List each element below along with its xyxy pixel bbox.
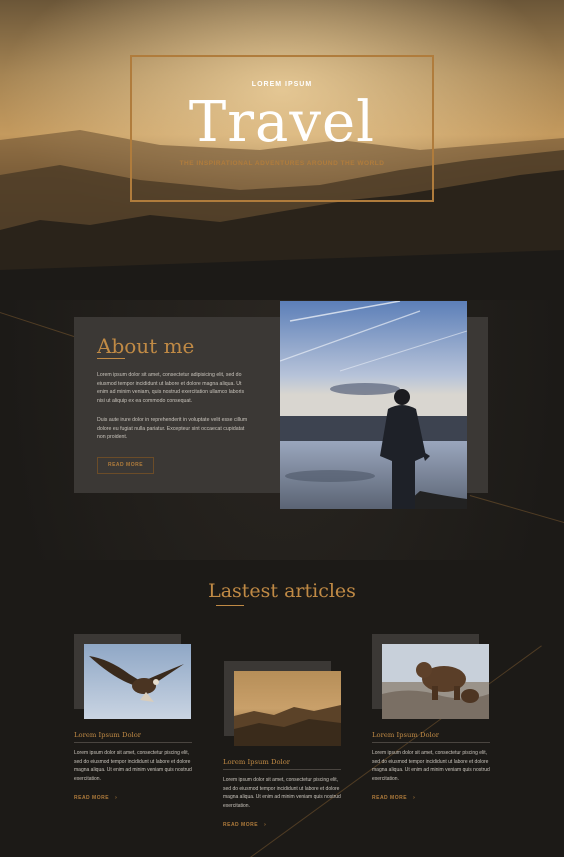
about-title: About me	[97, 334, 195, 358]
hero-title: Travel	[188, 90, 376, 155]
chevron-right-icon: ›	[115, 795, 118, 801]
about-title-underline	[97, 358, 125, 359]
about-read-more-button[interactable]: READ MORE	[97, 457, 154, 474]
man-by-lake-image	[280, 301, 467, 509]
bear-image	[382, 644, 489, 719]
card-text: Lorem ipsum dolor sit amet, consectetur …	[223, 777, 341, 809]
decorative-line	[469, 495, 564, 527]
page: LOREM IPSUM Travel THE INSPIRATIONAL ADV…	[0, 0, 564, 857]
hero-kicker: LOREM IPSUM	[251, 81, 313, 88]
card-divider	[223, 769, 341, 770]
card-read-more-link[interactable]: READ MORE ›	[223, 822, 266, 828]
card-read-more-link[interactable]: READ MORE ›	[372, 795, 415, 801]
card-read-more-link[interactable]: READ MORE ›	[74, 795, 117, 801]
hero-subtitle: THE INSPIRATIONAL ADVENTURES AROUND THE …	[179, 160, 385, 167]
chevron-right-icon: ›	[413, 795, 416, 801]
articles-title-underline	[216, 605, 244, 606]
about-paragraph: Duis aute irure dolor in reprehenderit i…	[97, 417, 248, 441]
card-image[interactable]	[84, 644, 191, 719]
card-image[interactable]	[234, 671, 341, 746]
hero-banner: LOREM IPSUM Travel THE INSPIRATIONAL ADV…	[0, 0, 564, 300]
about-photo	[280, 301, 467, 509]
about-paragraph: Lorem ipsum dolor sit amet, consectetur …	[97, 372, 245, 404]
card-title[interactable]: Lorem Ipsum Dolor	[372, 731, 439, 739]
read-more-label: READ MORE	[223, 822, 259, 828]
card-image[interactable]	[382, 644, 489, 719]
chevron-right-icon: ›	[264, 822, 267, 828]
articles-title: Lastest articles	[208, 580, 356, 602]
eagle-image	[84, 644, 191, 719]
read-more-label: READ MORE	[74, 795, 110, 801]
decorative-line	[0, 312, 86, 341]
card-text: Lorem ipsum dolor sit amet, consectetur …	[372, 750, 490, 782]
forest-image	[234, 671, 341, 746]
read-more-label: READ MORE	[372, 795, 408, 801]
card-title[interactable]: Lorem Ipsum Dolor	[74, 731, 141, 739]
card-divider	[372, 742, 490, 743]
card-text: Lorem ipsum dolor sit amet, consectetur …	[74, 750, 192, 782]
card-title[interactable]: Lorem Ipsum Dolor	[223, 758, 290, 766]
card-divider	[74, 742, 192, 743]
